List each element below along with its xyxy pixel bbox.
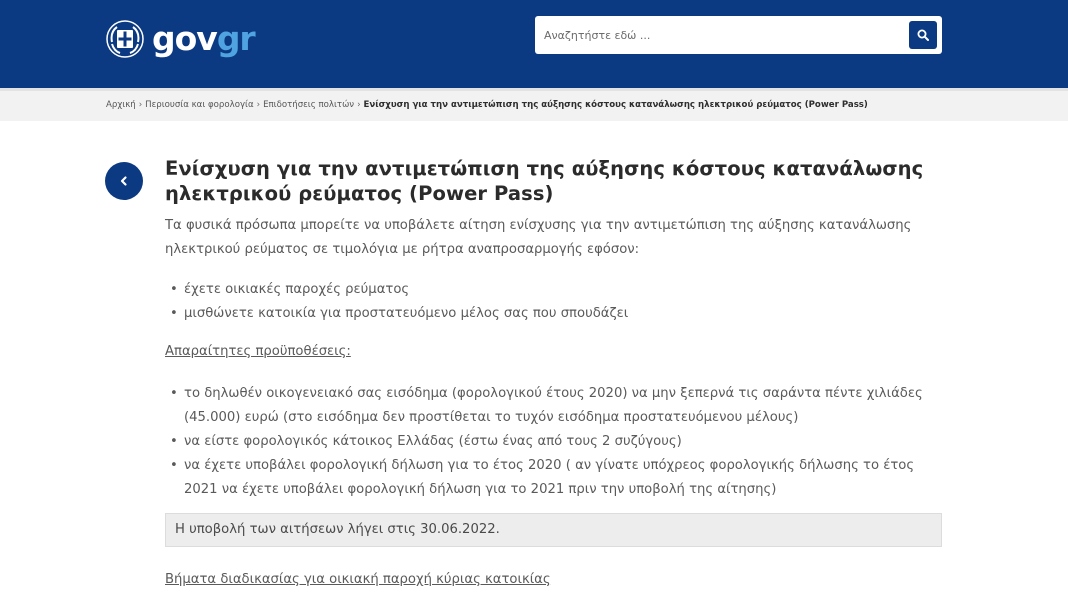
intro-text: Τα φυσικά πρόσωπα μπορείτε να υποβάλετε … bbox=[165, 218, 912, 257]
govgr-logo[interactable]: govgr bbox=[106, 19, 256, 58]
page-title: Ενίσχυση για την αντιμετώπιση της αύξηση… bbox=[165, 157, 924, 205]
list-item: το δηλωθέν οικογενειακό σας εισόδημα (φο… bbox=[165, 382, 945, 430]
breadcrumb-separator-icon: › bbox=[138, 100, 143, 110]
conditions-list: έχετε οικιακές παροχές ρεύματος μισθώνετ… bbox=[165, 278, 945, 326]
search-icon bbox=[917, 29, 929, 41]
search-input[interactable] bbox=[535, 16, 905, 54]
breadcrumb-citizen-subsidies[interactable]: Επιδοτήσεις πολιτών bbox=[263, 100, 354, 110]
greek-emblem-icon bbox=[106, 20, 144, 58]
steps-link[interactable]: Βήματα διαδικασίας για οικιακή παροχή κύ… bbox=[165, 568, 945, 592]
search-box bbox=[535, 16, 942, 54]
back-button[interactable] bbox=[105, 162, 143, 200]
main-content: Ενίσχυση για την αντιμετώπιση της αύξηση… bbox=[165, 156, 945, 592]
breadcrumb: Αρχική › Περιουσία και φορολογία › Επιδο… bbox=[106, 100, 868, 110]
list-item: έχετε οικιακές παροχές ρεύματος bbox=[165, 278, 945, 302]
breadcrumb-property-tax[interactable]: Περιουσία και φορολογία bbox=[145, 100, 253, 110]
breadcrumb-bar: Αρχική › Περιουσία και φορολογία › Επιδο… bbox=[0, 88, 1068, 121]
list-item: να είστε φορολογικός κάτοικος Ελλάδας (έ… bbox=[165, 430, 945, 454]
requirements-list: το δηλωθέν οικογενειακό σας εισόδημα (φο… bbox=[165, 382, 945, 502]
search-button[interactable] bbox=[909, 21, 937, 49]
breadcrumb-current: Ενίσχυση για την αντιμετώπιση της αύξηση… bbox=[363, 100, 868, 110]
breadcrumb-separator-icon: › bbox=[357, 100, 361, 110]
breadcrumb-home[interactable]: Αρχική bbox=[106, 100, 136, 110]
logo-wordmark: govgr bbox=[152, 19, 256, 58]
list-item: να έχετε υποβάλει φορολογική δήλωση για … bbox=[165, 454, 945, 502]
site-header: govgr bbox=[0, 0, 1068, 88]
breadcrumb-separator-icon: › bbox=[256, 100, 261, 110]
requirements-heading: Απαραίτητες προϋποθέσεις: bbox=[165, 344, 351, 359]
chevron-left-icon bbox=[120, 176, 127, 186]
deadline-notice: Η υποβολή των αιτήσεων λήγει στις 30.06.… bbox=[165, 513, 942, 547]
list-item: μισθώνετε κατοικία για προστατευόμενο μέ… bbox=[165, 302, 945, 326]
